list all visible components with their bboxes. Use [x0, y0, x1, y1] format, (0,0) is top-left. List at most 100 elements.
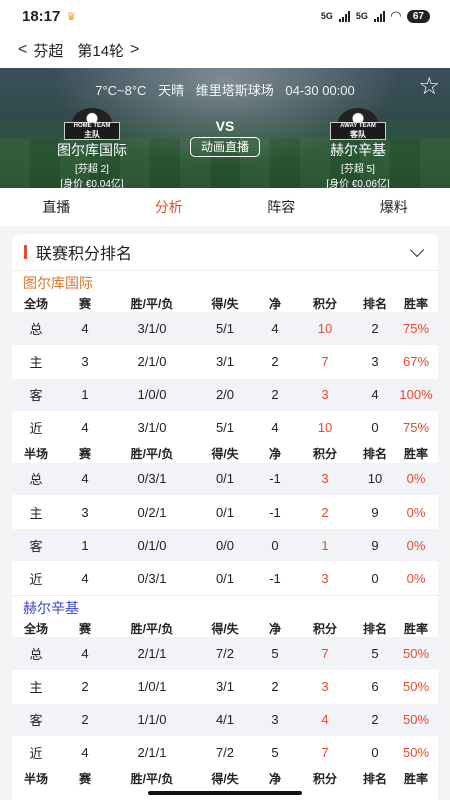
table-row: 近 4 0/3/1 0/1 -1 3 0 0% — [12, 561, 438, 595]
column-header: 赛 — [60, 769, 110, 788]
table-cell: 0 — [356, 411, 394, 445]
match-datetime: 04-30 00:00 — [285, 83, 355, 98]
column-header: 积分 — [294, 769, 356, 788]
column-header: 积分 — [294, 444, 356, 463]
table-cell: 67% — [394, 345, 438, 379]
tab-analysis[interactable]: 分析 — [113, 197, 226, 217]
table-cell: 0% — [394, 495, 438, 529]
away-badge-en: AWAY TEAM — [340, 123, 376, 129]
table-cell: 5 — [256, 637, 294, 671]
away-badge: AWAY TEAM 客队 — [330, 122, 386, 140]
table-cell: 9 — [356, 495, 394, 529]
table-cell: 75% — [394, 411, 438, 445]
column-header: 胜率 — [394, 619, 438, 637]
column-header: 净 — [256, 294, 294, 312]
round-selector[interactable]: 第14轮 — [77, 40, 124, 61]
table-header-row: 全场赛胜/平/负 得/失净积分 排名 胜率 — [12, 619, 438, 637]
table-cell: 0/0 — [194, 528, 256, 562]
table-cell: 3/1/0 — [110, 411, 194, 445]
table-cell: 1 — [60, 378, 110, 412]
column-header: 净 — [256, 769, 294, 788]
column-header: 赛 — [60, 619, 110, 637]
table-cell: 主 — [12, 670, 60, 704]
chevron-down-icon[interactable] — [409, 242, 425, 257]
table-cell: 7/2 — [194, 736, 256, 770]
standings-header[interactable]: 联赛积分排名 — [12, 234, 438, 270]
column-header: 排名 — [356, 769, 394, 788]
table-cell: 3/1/0 — [110, 312, 194, 346]
table-cell: 0/1/0 — [110, 528, 194, 562]
column-header: 排名 — [356, 294, 394, 312]
table-cell: 3 — [356, 345, 394, 379]
table-cell: 3/1 — [194, 345, 256, 379]
table-cell: 4 — [60, 637, 110, 671]
table-cell: 2/1/0 — [110, 345, 194, 379]
column-header: 得/失 — [194, 769, 256, 788]
live-animation-button[interactable]: 动画直播 — [190, 137, 260, 157]
status-right: 5G 5G ◠ 67 — [321, 8, 430, 24]
column-header: 积分 — [294, 294, 356, 312]
away-team[interactable]: AWAY TEAM 客队 赫尔辛基 [芬超 5] [身价 €0.06亿] — [293, 108, 423, 188]
table-header-row: 半场赛胜/平/负 得/失净积分 排名 胜率 — [12, 769, 438, 788]
notification-icon: ♛ — [66, 10, 77, 23]
away-standings-title: 赫尔辛基 — [12, 595, 438, 619]
table-cell: 2/0 — [194, 378, 256, 412]
match-info: 7°C~8°C 天晴 维里塔斯球场 04-30 00:00 — [0, 80, 450, 99]
table-cell: 4 — [60, 462, 110, 496]
table-cell: 1 — [60, 528, 110, 562]
chevron-right-icon[interactable]: > — [130, 41, 139, 59]
home-standings-title: 图尔库国际 — [12, 270, 438, 294]
table-cell: 2 — [256, 670, 294, 704]
temperature: 7°C~8°C — [95, 83, 147, 98]
table-cell: 0 — [356, 736, 394, 770]
table-cell: 3 — [294, 561, 356, 595]
table-cell: 10 — [294, 411, 356, 445]
table-cell: 客 — [12, 528, 60, 562]
table-cell: 总 — [12, 312, 60, 346]
table-cell: 9 — [356, 528, 394, 562]
home-indicator[interactable] — [148, 791, 302, 795]
wifi-icon: ◠ — [390, 8, 401, 23]
table-cell: 4/1 — [194, 703, 256, 737]
table-cell: 0 — [256, 528, 294, 562]
column-header: 胜率 — [394, 444, 438, 463]
table-cell: 2 — [294, 495, 356, 529]
table-cell: 近 — [12, 411, 60, 445]
favorite-star-icon[interactable]: ☆ — [418, 72, 440, 101]
table-cell: 5/1 — [194, 411, 256, 445]
table-cell: 2 — [356, 312, 394, 346]
tab-live[interactable]: 直播 — [0, 197, 113, 217]
back-icon[interactable]: < — [18, 41, 27, 59]
column-header: 胜率 — [394, 294, 438, 312]
table-cell: 2/1/1 — [110, 637, 194, 671]
table-cell: 1/1/0 — [110, 703, 194, 737]
table-row: 客 2 1/1/0 4/1 3 4 2 50% — [12, 703, 438, 737]
table-cell: 0/3/1 — [110, 561, 194, 595]
column-header: 全场 — [12, 294, 60, 312]
tab-news[interactable]: 爆料 — [338, 197, 450, 217]
column-header: 胜/平/负 — [110, 619, 194, 637]
home-team-rank: [芬超 2] — [75, 164, 109, 175]
table-row: 主 3 2/1/0 3/1 2 7 3 67% — [12, 345, 438, 379]
table-cell: 10 — [294, 312, 356, 346]
table-header-row: 半场赛胜/平/负 得/失净积分 排名 胜率 — [12, 444, 438, 463]
table-cell: 50% — [394, 670, 438, 704]
table-cell: 3 — [60, 345, 110, 379]
table-row: 客 1 0/1/0 0/0 0 1 9 0% — [12, 528, 438, 562]
column-header: 赛 — [60, 444, 110, 463]
league-name[interactable]: 芬超 — [33, 40, 63, 61]
table-cell: 1/0/1 — [110, 670, 194, 704]
table-row: 总 4 0/3/1 0/1 -1 3 10 0% — [12, 462, 438, 496]
table-cell: 7 — [294, 345, 356, 379]
home-team-value: [身价 €0.04亿] — [60, 179, 124, 188]
away-half-table: 半场赛胜/平/负 得/失净积分 排名 胜率 — [12, 769, 438, 788]
tab-lineup[interactable]: 阵容 — [225, 197, 338, 217]
home-half-table: 半场赛胜/平/负 得/失净积分 排名 胜率 总 4 0/3/1 0/1 -1 3 10 0% 主 3 0/… — [12, 444, 438, 595]
home-full-table: 全场赛胜/平/负 得/失净积分 排名 胜率 总 4 3/1/0 5/1 4 10 2 75% 主 3 2/… — [12, 294, 438, 445]
column-header: 得/失 — [194, 619, 256, 637]
table-row: 客 1 1/0/0 2/0 2 3 4 100% — [12, 378, 438, 412]
table-cell: 0/3/1 — [110, 462, 194, 496]
table-cell: 客 — [12, 703, 60, 737]
table-cell: 0% — [394, 561, 438, 595]
column-header: 胜/平/负 — [110, 294, 194, 312]
